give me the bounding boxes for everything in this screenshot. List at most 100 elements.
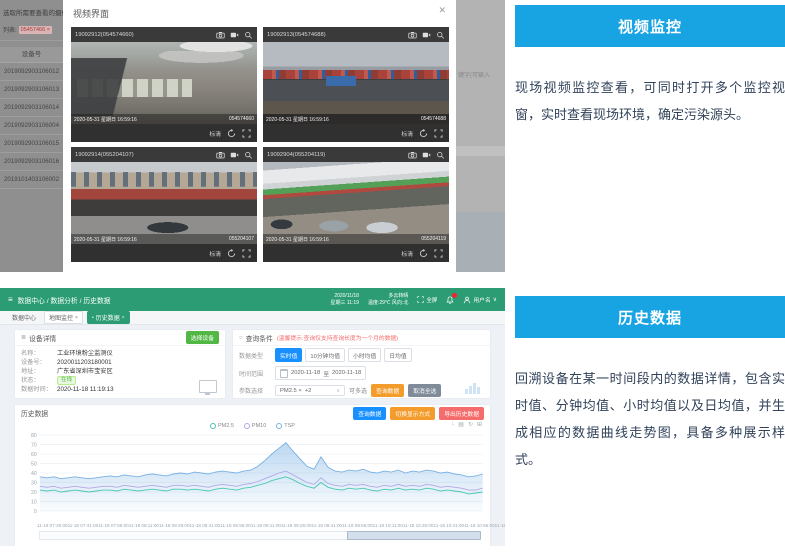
field-data-time: 数据时间：2020-11-18 11:19:13 (21, 385, 219, 394)
camera-timestamp: 2020-05-31 星期日 16:59:16 (74, 236, 137, 243)
device-table-header: 设备号 (0, 47, 63, 63)
field-status: 状态：在线 (21, 376, 219, 385)
menu-icon[interactable]: ≡ (8, 295, 13, 304)
data-zoom-slider[interactable] (39, 531, 480, 540)
camera-footer: 标清 (71, 244, 257, 262)
tab-map-monitor[interactable]: 地图监控× (44, 311, 83, 324)
camera-title: 19092904(055204119) (267, 152, 408, 158)
user-menu[interactable]: 用户名 ∨ (463, 295, 497, 304)
fullscreen-toggle[interactable]: 全屏 (417, 296, 437, 304)
zoom-icon[interactable] (244, 151, 253, 159)
x-axis: 11-18 07:26:0011-18 07:41:0011-18 07:56:… (37, 523, 480, 528)
tag-close-icon[interactable]: × (47, 27, 50, 33)
close-icon[interactable]: ✕ (438, 5, 446, 16)
param-extra-count: +2 (305, 388, 312, 394)
fullscreen-icon[interactable] (434, 129, 443, 138)
record-icon[interactable] (422, 151, 431, 159)
record-icon[interactable] (422, 31, 431, 39)
legend-tsp[interactable]: TSP (276, 423, 295, 429)
notifications-bell[interactable] (446, 296, 454, 304)
tab-close-icon[interactable]: × (122, 315, 125, 321)
fullscreen-icon[interactable] (242, 249, 251, 258)
query-tip: (温馨提示:查询仅支持查询长度为一个月的数据) (277, 333, 398, 342)
date-range-picker[interactable]: 2020-11-18 至 2020-11-18 (275, 366, 366, 380)
svg-text:10: 10 (31, 499, 37, 505)
line-chart: 01020304050607080 (15, 431, 491, 523)
replay-icon[interactable] (227, 249, 236, 258)
zoom-icon[interactable] (436, 31, 445, 39)
data-view-icon[interactable]: ▤ (458, 421, 464, 428)
legend-pm25[interactable]: PM2.5 (210, 423, 234, 429)
chart-toolbox: ↓ ▤ ↻ ⊞ (451, 421, 482, 428)
device-row[interactable]: 2019092903106012 (0, 63, 63, 81)
quality-selector[interactable]: 标清 (209, 129, 221, 138)
type-10min-avg[interactable]: 10分钟均值 (305, 348, 345, 362)
record-icon[interactable] (230, 151, 239, 159)
range-separator: 至 (323, 369, 329, 378)
fullscreen-icon (417, 296, 424, 303)
bar-chart-icon (465, 383, 480, 394)
download-icon[interactable]: ↓ (451, 421, 454, 428)
type-day-avg[interactable]: 日均值 (384, 348, 411, 362)
camera-device-id: 055204119 (421, 236, 446, 242)
x-axis-label: 11-18 07:26:00 (37, 523, 68, 528)
select-device-button[interactable]: 选择设备 (186, 331, 219, 344)
device-row[interactable]: 2019092903106015 (0, 135, 63, 153)
param-select[interactable]: PM2.5 × +2 ∨ (275, 385, 345, 396)
camera-title: 19092914(055204107) (75, 152, 216, 158)
device-row[interactable]: 2019092903106014 (0, 99, 63, 117)
fullscreen-icon[interactable] (242, 129, 251, 138)
tab-history-data[interactable]: •历史数据× (87, 311, 130, 324)
breadcrumb: 数据中心 / 数据分析 / 历史数据 (18, 295, 331, 305)
video-info-banner: 视频监控 (515, 5, 785, 47)
camera-header: 19092914(055204107) (71, 147, 257, 162)
query-panel-title: ○查询条件 (239, 333, 273, 343)
quality-selector[interactable]: 标清 (209, 249, 221, 258)
restore-icon[interactable]: ⊞ (477, 421, 482, 428)
query-data-button[interactable]: 查询数据 (371, 384, 404, 397)
device-row[interactable]: 2019092903106013 (0, 81, 63, 99)
switch-display-button[interactable]: 切换显示方式 (390, 407, 435, 420)
x-axis-label: 11-18 10:26:00 (403, 523, 434, 528)
export-history-button[interactable]: 导出历史数据 (439, 407, 484, 420)
snapshot-icon[interactable] (216, 151, 225, 159)
selected-camera-tag[interactable]: 05457466 × (19, 26, 52, 34)
camera-feed: 2020-05-31 星期日 16:59:16 055204107 (71, 162, 257, 244)
refresh-icon[interactable]: ↻ (468, 421, 473, 428)
clear-selection-button[interactable]: 取消全选 (408, 384, 441, 397)
quality-selector[interactable]: 标清 (401, 249, 413, 258)
quality-selector[interactable]: 标清 (401, 129, 413, 138)
x-axis-label: 11-18 10:56:00 (464, 523, 495, 528)
query-data-button[interactable]: 查询数据 (353, 407, 386, 420)
dimmed-background-strip: 键字(可输入 (456, 0, 505, 272)
zoom-icon[interactable] (244, 31, 253, 39)
type-realtime[interactable]: 实时值 (275, 348, 302, 362)
device-row[interactable]: 2019092903106016 (0, 153, 63, 171)
snapshot-icon[interactable] (216, 31, 225, 39)
fullscreen-icon[interactable] (434, 249, 443, 258)
snapshot-icon[interactable] (408, 31, 417, 39)
data-type-segmented: 实时值 10分钟均值 小时均值 日均值 (275, 348, 412, 362)
device-row[interactable]: 2019101403106002 (0, 171, 63, 189)
replay-icon[interactable] (419, 249, 428, 258)
query-condition-panel: ○查询条件 (温馨提示:查询仅支持查询长度为一个月的数据) 数据类型 实时值 1… (232, 329, 491, 399)
camera-panel-3: 19092914(055204107) 2020-05-31 星期日 16:59… (71, 147, 257, 262)
tab-close-icon[interactable]: × (75, 315, 78, 321)
replay-icon[interactable] (419, 129, 428, 138)
camera-header: 19092904(055204119) (263, 147, 449, 162)
record-icon[interactable] (230, 31, 239, 39)
x-axis-label: 11-18 11:11:00 (495, 523, 505, 528)
video-info-column: 视频监控 现场视频监控查看，可同时打开多个监控视窗，实时查看现场环境，确定污染源… (515, 5, 785, 128)
history-chart-panel: 历史数据 查询数据 切换显示方式 导出历史数据 PM2.5 PM10 TSP ↓… (14, 404, 491, 546)
zoom-icon[interactable] (436, 151, 445, 159)
tab-data-center[interactable]: 数据中心 (8, 312, 40, 323)
legend-pm10[interactable]: PM10 (244, 423, 266, 429)
snapshot-icon[interactable] (408, 151, 417, 159)
replay-icon[interactable] (227, 129, 236, 138)
svg-text:20: 20 (31, 490, 37, 496)
type-hour-avg[interactable]: 小时均值 (348, 348, 381, 362)
device-list: 2019092903106012201909290310601320190929… (0, 63, 63, 189)
monitor-icon (199, 380, 217, 393)
data-zoom-window[interactable] (347, 531, 481, 540)
device-row[interactable]: 2019092903106004 (0, 117, 63, 135)
